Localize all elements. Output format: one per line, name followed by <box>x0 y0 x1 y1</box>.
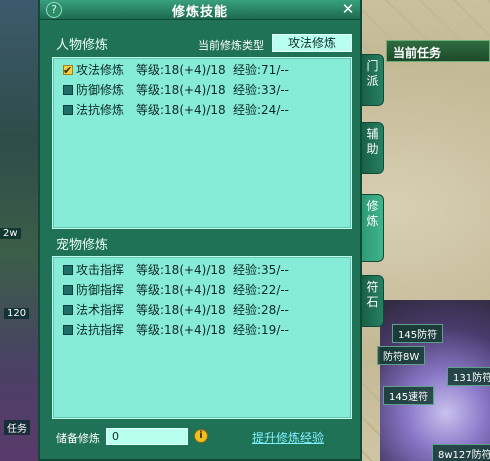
scene-fragment-text: 任务 <box>4 420 30 435</box>
cultivation-level: 等级:18(+4)/18 <box>136 103 226 117</box>
pet-cultivation-heading: 宠物修炼 <box>56 238 109 253</box>
window-title: 修炼技能 <box>171 5 228 20</box>
cultivation-name: 攻法修炼 <box>76 63 125 77</box>
npc-name-tag[interactable]: 145速符 <box>383 386 435 405</box>
character-cultivation-list: 攻法修炼 等级:18(+4)/18 经验:71/-- 防御修炼 等级:18(+4… <box>52 57 352 229</box>
pet-cultivation-list: 攻击指挥 等级:18(+4)/18 经验:35/-- 防御指挥 等级:18(+4… <box>52 256 352 419</box>
cultivation-exp: 经验:22/-- <box>233 283 290 297</box>
tab-label: 门派 <box>366 59 379 88</box>
cultivation-exp: 经验:28/-- <box>233 303 290 317</box>
tab-assist[interactable]: 辅助 <box>362 122 384 174</box>
window-titlebar[interactable]: ? 修炼技能 ✕ <box>40 0 360 20</box>
cultivation-name: 法抗修炼 <box>76 103 125 117</box>
cultivation-level: 等级:18(+4)/18 <box>136 283 226 297</box>
pet-cultivation-row[interactable]: 法术指挥 等级:18(+4)/18 经验:28/-- <box>61 300 351 320</box>
cultivation-level: 等级:18(+4)/18 <box>136 263 226 277</box>
cultivation-skills-window: ? 修炼技能 ✕ 人物修炼 当前修炼类型 攻法修炼 攻法修炼 等级:18(+4)… <box>38 0 362 461</box>
reserve-cultivation-label: 储备修炼 <box>56 432 100 445</box>
tab-cultivation[interactable]: 修炼 <box>362 194 384 262</box>
npc-name-tag[interactable]: 防符8W <box>377 346 426 365</box>
cultivation-level: 等级:18(+4)/18 <box>136 63 226 77</box>
cultivation-level: 等级:18(+4)/18 <box>136 83 226 97</box>
cultivation-name: 法抗指挥 <box>76 323 125 337</box>
checkbox[interactable] <box>63 105 73 115</box>
reserve-cultivation-value: 0 <box>106 428 188 445</box>
character-cultivation-heading: 人物修炼 <box>56 38 109 53</box>
cultivation-name: 防御指挥 <box>76 283 125 297</box>
scene-fragment-text: 120 <box>4 308 30 319</box>
checkbox[interactable] <box>63 265 73 275</box>
tab-label: 符石 <box>366 280 379 309</box>
selected-checkbox[interactable] <box>63 61 73 81</box>
checkbox[interactable] <box>63 85 73 95</box>
cultivation-name: 防御修炼 <box>76 83 125 97</box>
current-type-label: 当前修炼类型 <box>198 39 264 52</box>
cultivation-exp: 经验:35/-- <box>233 263 290 277</box>
cultivation-level: 等级:18(+4)/18 <box>136 303 226 317</box>
scene-fragment-text: 2w <box>0 228 21 239</box>
npc-name-tag[interactable]: 8w127防符 <box>432 444 490 461</box>
cultivation-row[interactable]: 攻法修炼 等级:18(+4)/18 经验:71/-- <box>61 60 351 81</box>
tab-sect[interactable]: 门派 <box>362 54 384 106</box>
cultivation-exp: 经验:24/-- <box>233 103 290 117</box>
cultivation-row[interactable]: 防御修炼 等级:18(+4)/18 经验:33/-- <box>61 80 351 100</box>
tab-label: 修炼 <box>366 199 379 228</box>
tab-rune-stone[interactable]: 符石 <box>362 275 384 327</box>
cultivation-name: 攻击指挥 <box>76 263 125 277</box>
cultivation-exp: 经验:19/-- <box>233 323 290 337</box>
cultivation-exp: 经验:33/-- <box>233 83 290 97</box>
current-quest-header[interactable]: 当前任务 <box>386 40 490 62</box>
cultivation-row[interactable]: 法抗修炼 等级:18(+4)/18 经验:24/-- <box>61 100 351 120</box>
cultivation-level: 等级:18(+4)/18 <box>136 323 226 337</box>
checkbox[interactable] <box>63 285 73 295</box>
pet-cultivation-row[interactable]: 攻击指挥 等级:18(+4)/18 经验:35/-- <box>61 260 351 280</box>
pet-cultivation-row[interactable]: 法抗指挥 等级:18(+4)/18 经验:19/-- <box>61 320 351 340</box>
cultivation-exp: 经验:71/-- <box>233 63 290 77</box>
close-icon[interactable]: ✕ <box>340 0 356 18</box>
checkbox[interactable] <box>63 325 73 335</box>
npc-name-tag[interactable]: 131防符 <box>447 367 490 386</box>
cultivation-name: 法术指挥 <box>76 303 125 317</box>
info-icon[interactable]: i <box>194 429 208 443</box>
checkbox[interactable] <box>63 305 73 315</box>
upgrade-cultivation-link[interactable]: 提升修炼经验 <box>252 429 324 446</box>
tab-label: 辅助 <box>366 127 379 156</box>
current-type-value: 攻法修炼 <box>272 34 352 52</box>
npc-name-tag[interactable]: 145防符 <box>392 324 444 343</box>
pet-cultivation-row[interactable]: 防御指挥 等级:18(+4)/18 经验:22/-- <box>61 280 351 300</box>
